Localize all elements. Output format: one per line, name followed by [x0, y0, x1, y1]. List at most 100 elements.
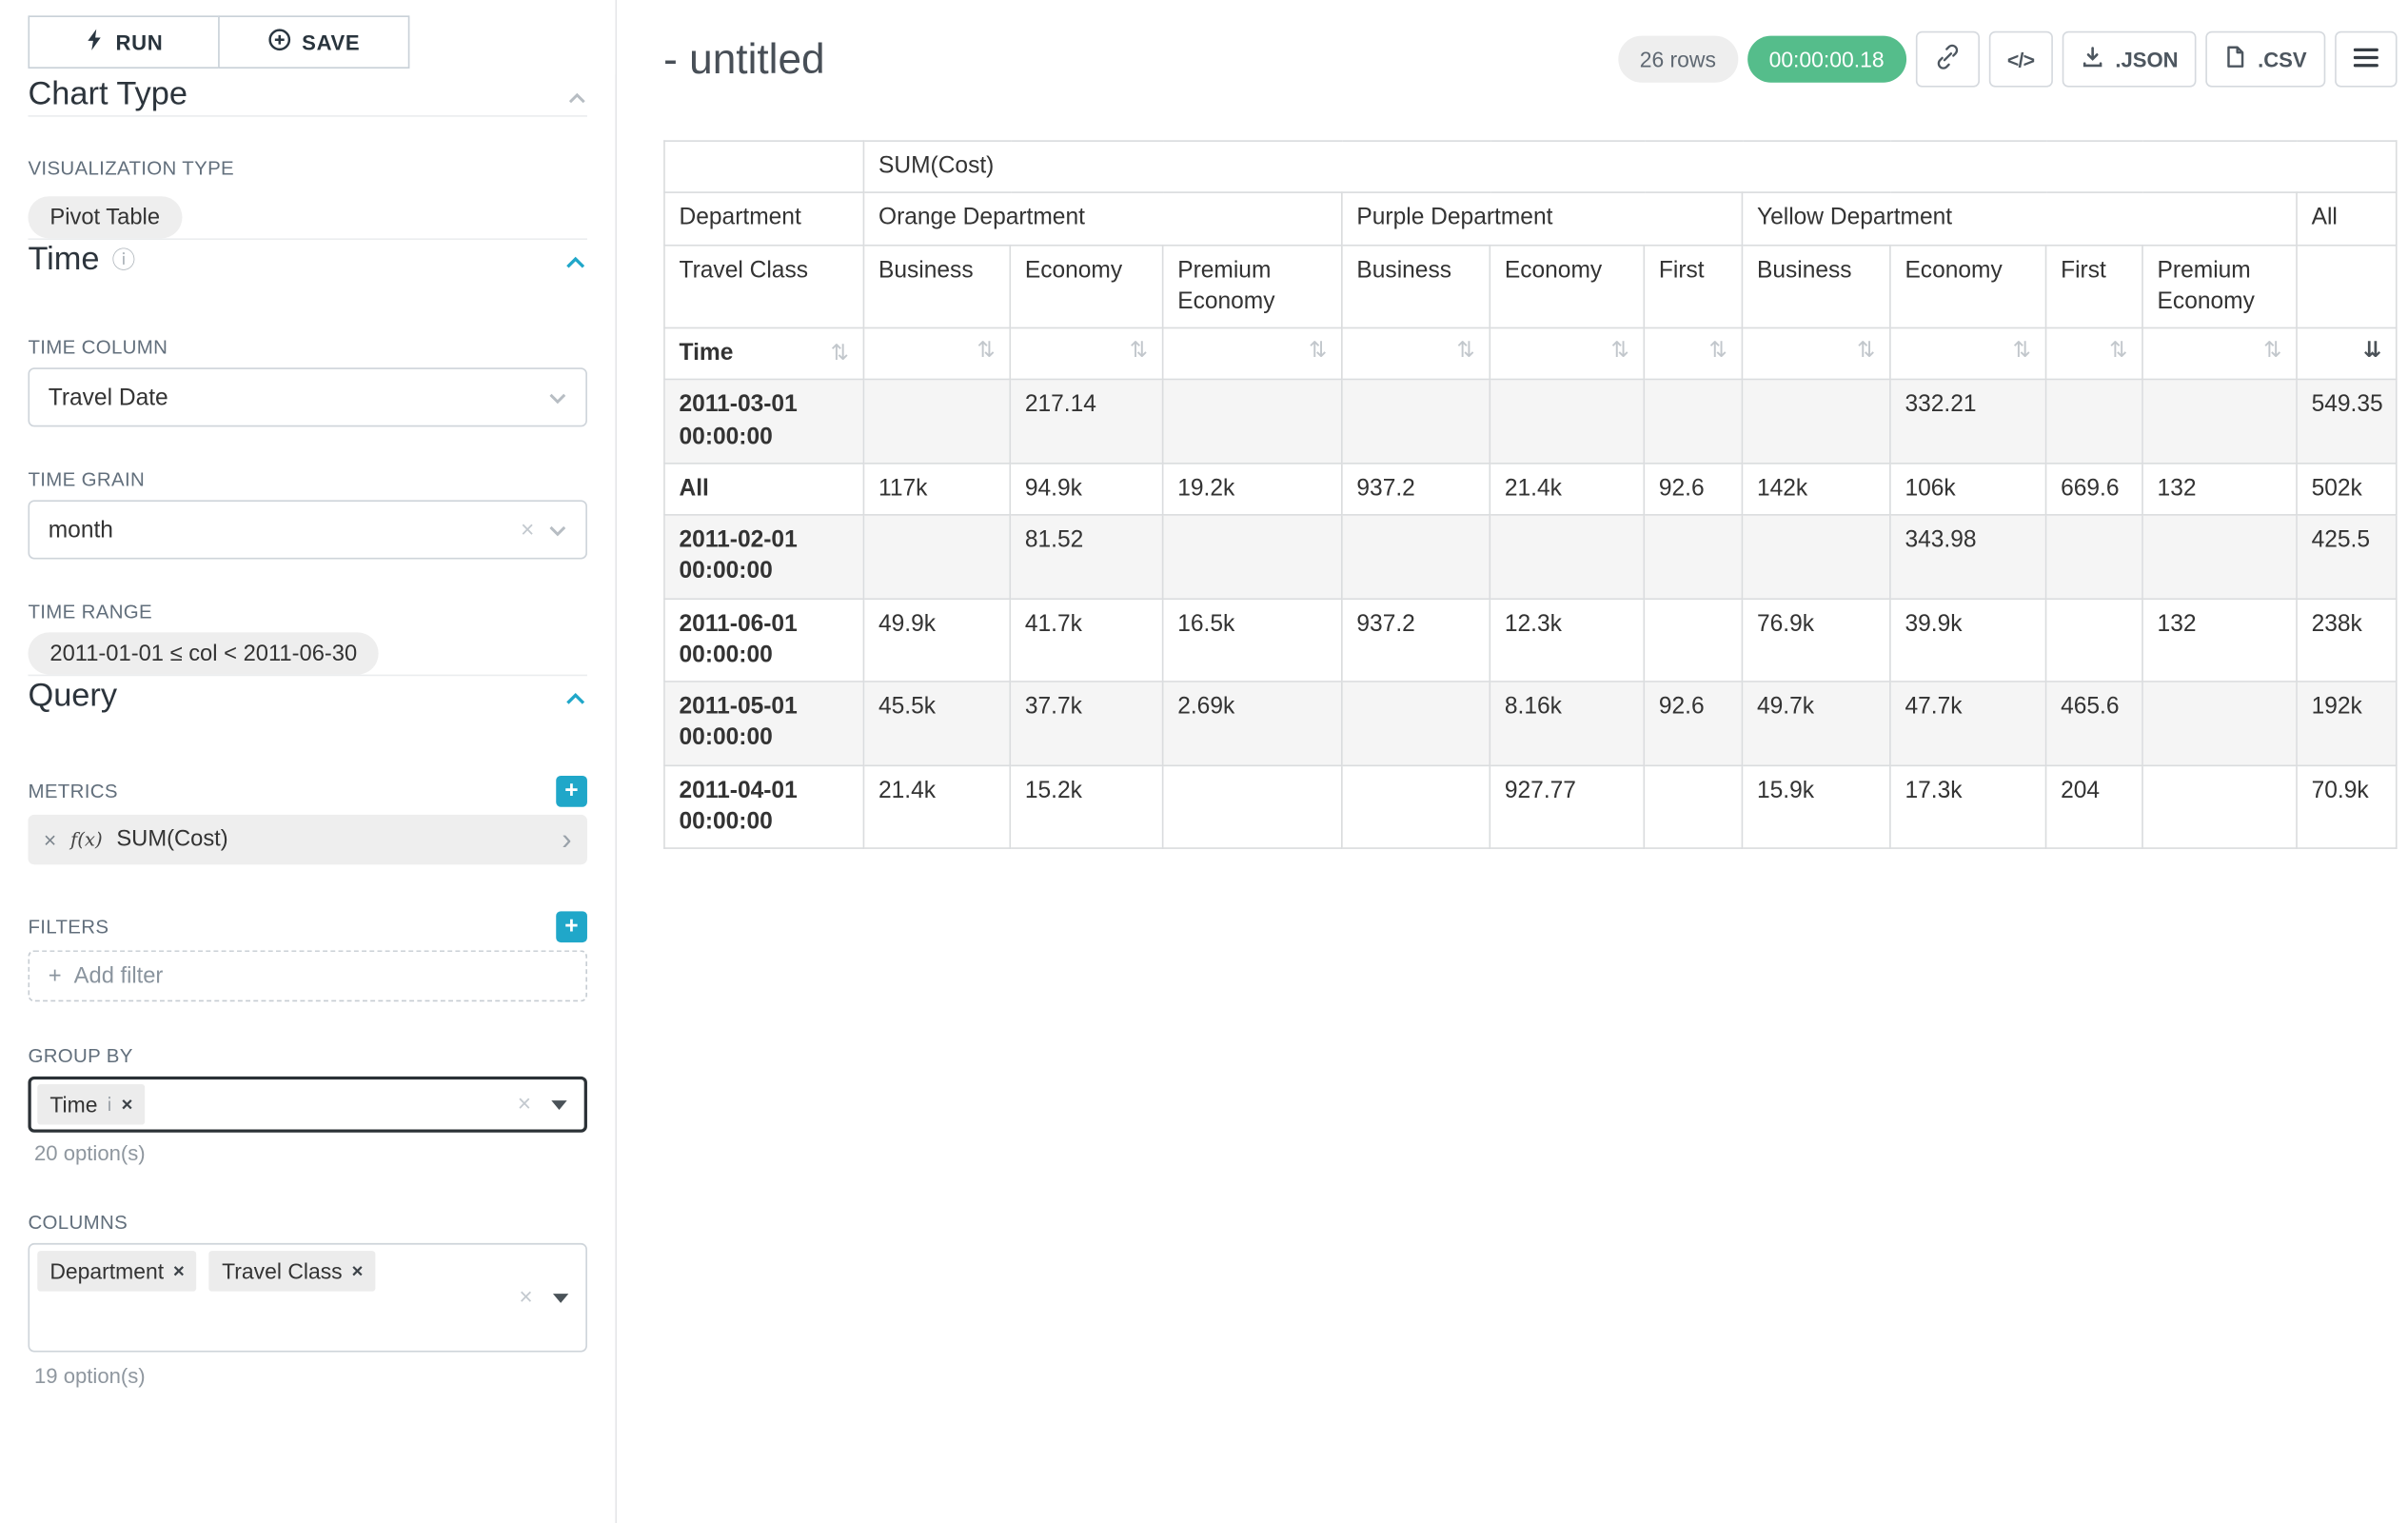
group-by-tag: Time i × — [37, 1084, 145, 1125]
pivot-cell: 937.2 — [1342, 598, 1490, 682]
clear-icon[interactable]: × — [521, 516, 534, 543]
sort-icon: ⇅ — [2109, 338, 2127, 364]
plus-circle-icon — [267, 28, 291, 55]
pivot-cell: 39.9k — [1890, 598, 2046, 682]
time-range-pill[interactable]: 2011-01-01 ≤ col < 2011-06-30 — [28, 632, 379, 674]
pivot-row-dim-label: Travel Class — [664, 245, 863, 328]
sort-column-button[interactable]: ⇅ — [1742, 327, 1889, 379]
clear-icon[interactable]: × — [518, 1091, 531, 1118]
pivot-cell — [2046, 598, 2142, 682]
pivot-colgroup-header: Purple Department — [1342, 193, 1743, 245]
query-timer-badge: 00:00:00.18 — [1747, 36, 1906, 83]
pivot-row-header: 2011-05-01 00:00:00 — [664, 682, 863, 765]
pivot-cell: 21.4k — [1490, 463, 1644, 514]
metrics-label-row: METRICS + — [28, 776, 587, 807]
pivot-cell — [1490, 515, 1644, 599]
pivot-cell — [1644, 515, 1742, 599]
pivot-cell: 2.69k — [1163, 682, 1342, 765]
sort-column-button[interactable]: ⇅ — [1644, 327, 1742, 379]
add-metric-button[interactable]: + — [556, 776, 587, 807]
pivot-cell: 425.5 — [2297, 515, 2397, 599]
pivot-cell — [863, 380, 1010, 464]
pivot-cell: 15.2k — [1010, 765, 1162, 849]
pivot-cell: 937.2 — [1342, 463, 1490, 514]
caret-down-icon[interactable] — [551, 1099, 566, 1109]
sort-column-button[interactable]: ⇅ — [1490, 327, 1644, 379]
collapse-time-section-icon[interactable] — [563, 240, 587, 281]
sort-column-button[interactable]: ⇅ — [2046, 327, 2142, 379]
pivot-cell: 92.6 — [1644, 463, 1742, 514]
remove-metric-icon[interactable]: × — [44, 827, 56, 852]
add-filter-plus-button[interactable]: + — [556, 911, 587, 942]
control-panel-scroll[interactable]: Chart Type VISUALIZATION TYPE Pivot Tabl… — [0, 75, 615, 1523]
pivot-cell — [2142, 682, 2297, 765]
share-link-button[interactable] — [1915, 31, 1979, 88]
clear-icon[interactable]: × — [519, 1284, 532, 1311]
time-heading-label: Time — [28, 240, 99, 281]
pivot-cell — [1742, 515, 1889, 599]
add-filter-button[interactable]: + Add filter — [28, 950, 587, 1001]
sort-icon: ⇅ — [2013, 338, 2031, 364]
pivot-cell — [2142, 380, 2297, 464]
caret-down-icon[interactable] — [553, 1293, 568, 1302]
pivot-cell: 76.9k — [1742, 598, 1889, 682]
sort-column-button[interactable]: ⇊ — [2297, 327, 2397, 379]
sort-time-button[interactable]: Time⇅ — [664, 327, 863, 379]
pivot-cell: 332.21 — [1890, 380, 2046, 464]
group-by-options-hint: 20 option(s) — [34, 1142, 587, 1166]
pivot-cell — [2142, 765, 2297, 849]
chevron-up-icon[interactable] — [567, 75, 587, 116]
remove-tag-icon[interactable]: × — [173, 1260, 185, 1282]
pivot-cell — [1490, 380, 1644, 464]
info-icon[interactable]: ⓘ — [112, 240, 136, 281]
menu-button[interactable] — [2335, 31, 2397, 88]
pivot-col-header: First — [2046, 245, 2142, 328]
time-grain-select[interactable]: month × — [28, 500, 587, 559]
export-json-button[interactable]: .JSON — [2063, 31, 2198, 88]
chart-type-section-heading: Chart Type — [28, 75, 587, 116]
export-csv-button[interactable]: .CSV — [2206, 31, 2325, 88]
collapse-query-section-icon[interactable] — [563, 676, 587, 717]
pivot-cell: 927.77 — [1490, 765, 1644, 849]
save-button[interactable]: SAVE — [218, 15, 409, 69]
remove-tag-icon[interactable]: × — [122, 1094, 133, 1116]
view-query-button[interactable]: </> — [1988, 31, 2053, 88]
sort-icon: ⇅ — [1857, 338, 1875, 364]
run-button[interactable]: RUN — [28, 15, 219, 69]
sort-column-button[interactable]: ⇅ — [1010, 327, 1162, 379]
pivot-row-header: All — [664, 463, 863, 514]
visualization-type-pill[interactable]: Pivot Table — [28, 196, 181, 238]
group-by-select[interactable]: Time i × × — [28, 1077, 587, 1133]
pivot-col-header: Business — [1742, 245, 1889, 328]
sidebar-action-bar: RUN SAVE — [0, 0, 615, 75]
chevron-down-icon — [548, 384, 567, 410]
pivot-cell: 204 — [2046, 765, 2142, 849]
pivot-cell: 19.2k — [1163, 463, 1342, 514]
sort-column-button[interactable]: ⇅ — [1342, 327, 1490, 379]
chevron-right-icon[interactable]: › — [562, 825, 571, 855]
sort-icon: ⇅ — [1611, 338, 1629, 364]
export-json-label: .JSON — [2115, 48, 2178, 71]
pivot-cell: 16.5k — [1163, 598, 1342, 682]
columns-select[interactable]: Department × Travel Class × × — [28, 1243, 587, 1353]
hamburger-icon — [2354, 46, 2378, 72]
columns-tag: Department × — [37, 1251, 197, 1292]
info-icon[interactable]: i — [107, 1094, 111, 1116]
sort-column-button[interactable]: ⇅ — [863, 327, 1010, 379]
metric-pill[interactable]: × f(x) SUM(Cost) › — [28, 815, 587, 864]
remove-tag-icon[interactable]: × — [351, 1260, 363, 1282]
sort-column-button[interactable]: ⇅ — [2142, 327, 2297, 379]
explore-page: RUN SAVE Chart Type VISUALIZATION TYPE — [0, 0, 2408, 1523]
sort-icon: ⇅ — [977, 338, 996, 364]
time-column-select[interactable]: Travel Date — [28, 367, 587, 426]
pivot-cell: 49.9k — [863, 598, 1010, 682]
columns-label: COLUMNS — [28, 1212, 587, 1234]
pivot-cell: 15.9k — [1742, 765, 1889, 849]
pivot-cell: 17.3k — [1890, 765, 2046, 849]
file-icon — [2225, 45, 2247, 72]
sort-column-button[interactable]: ⇅ — [1163, 327, 1342, 379]
table-row: 2011-05-01 00:00:0045.5k37.7k2.69k8.16k9… — [664, 682, 2397, 765]
link-icon — [1934, 44, 1961, 75]
sort-column-button[interactable]: ⇅ — [1890, 327, 2046, 379]
chart-title[interactable]: - untitled — [663, 28, 824, 89]
